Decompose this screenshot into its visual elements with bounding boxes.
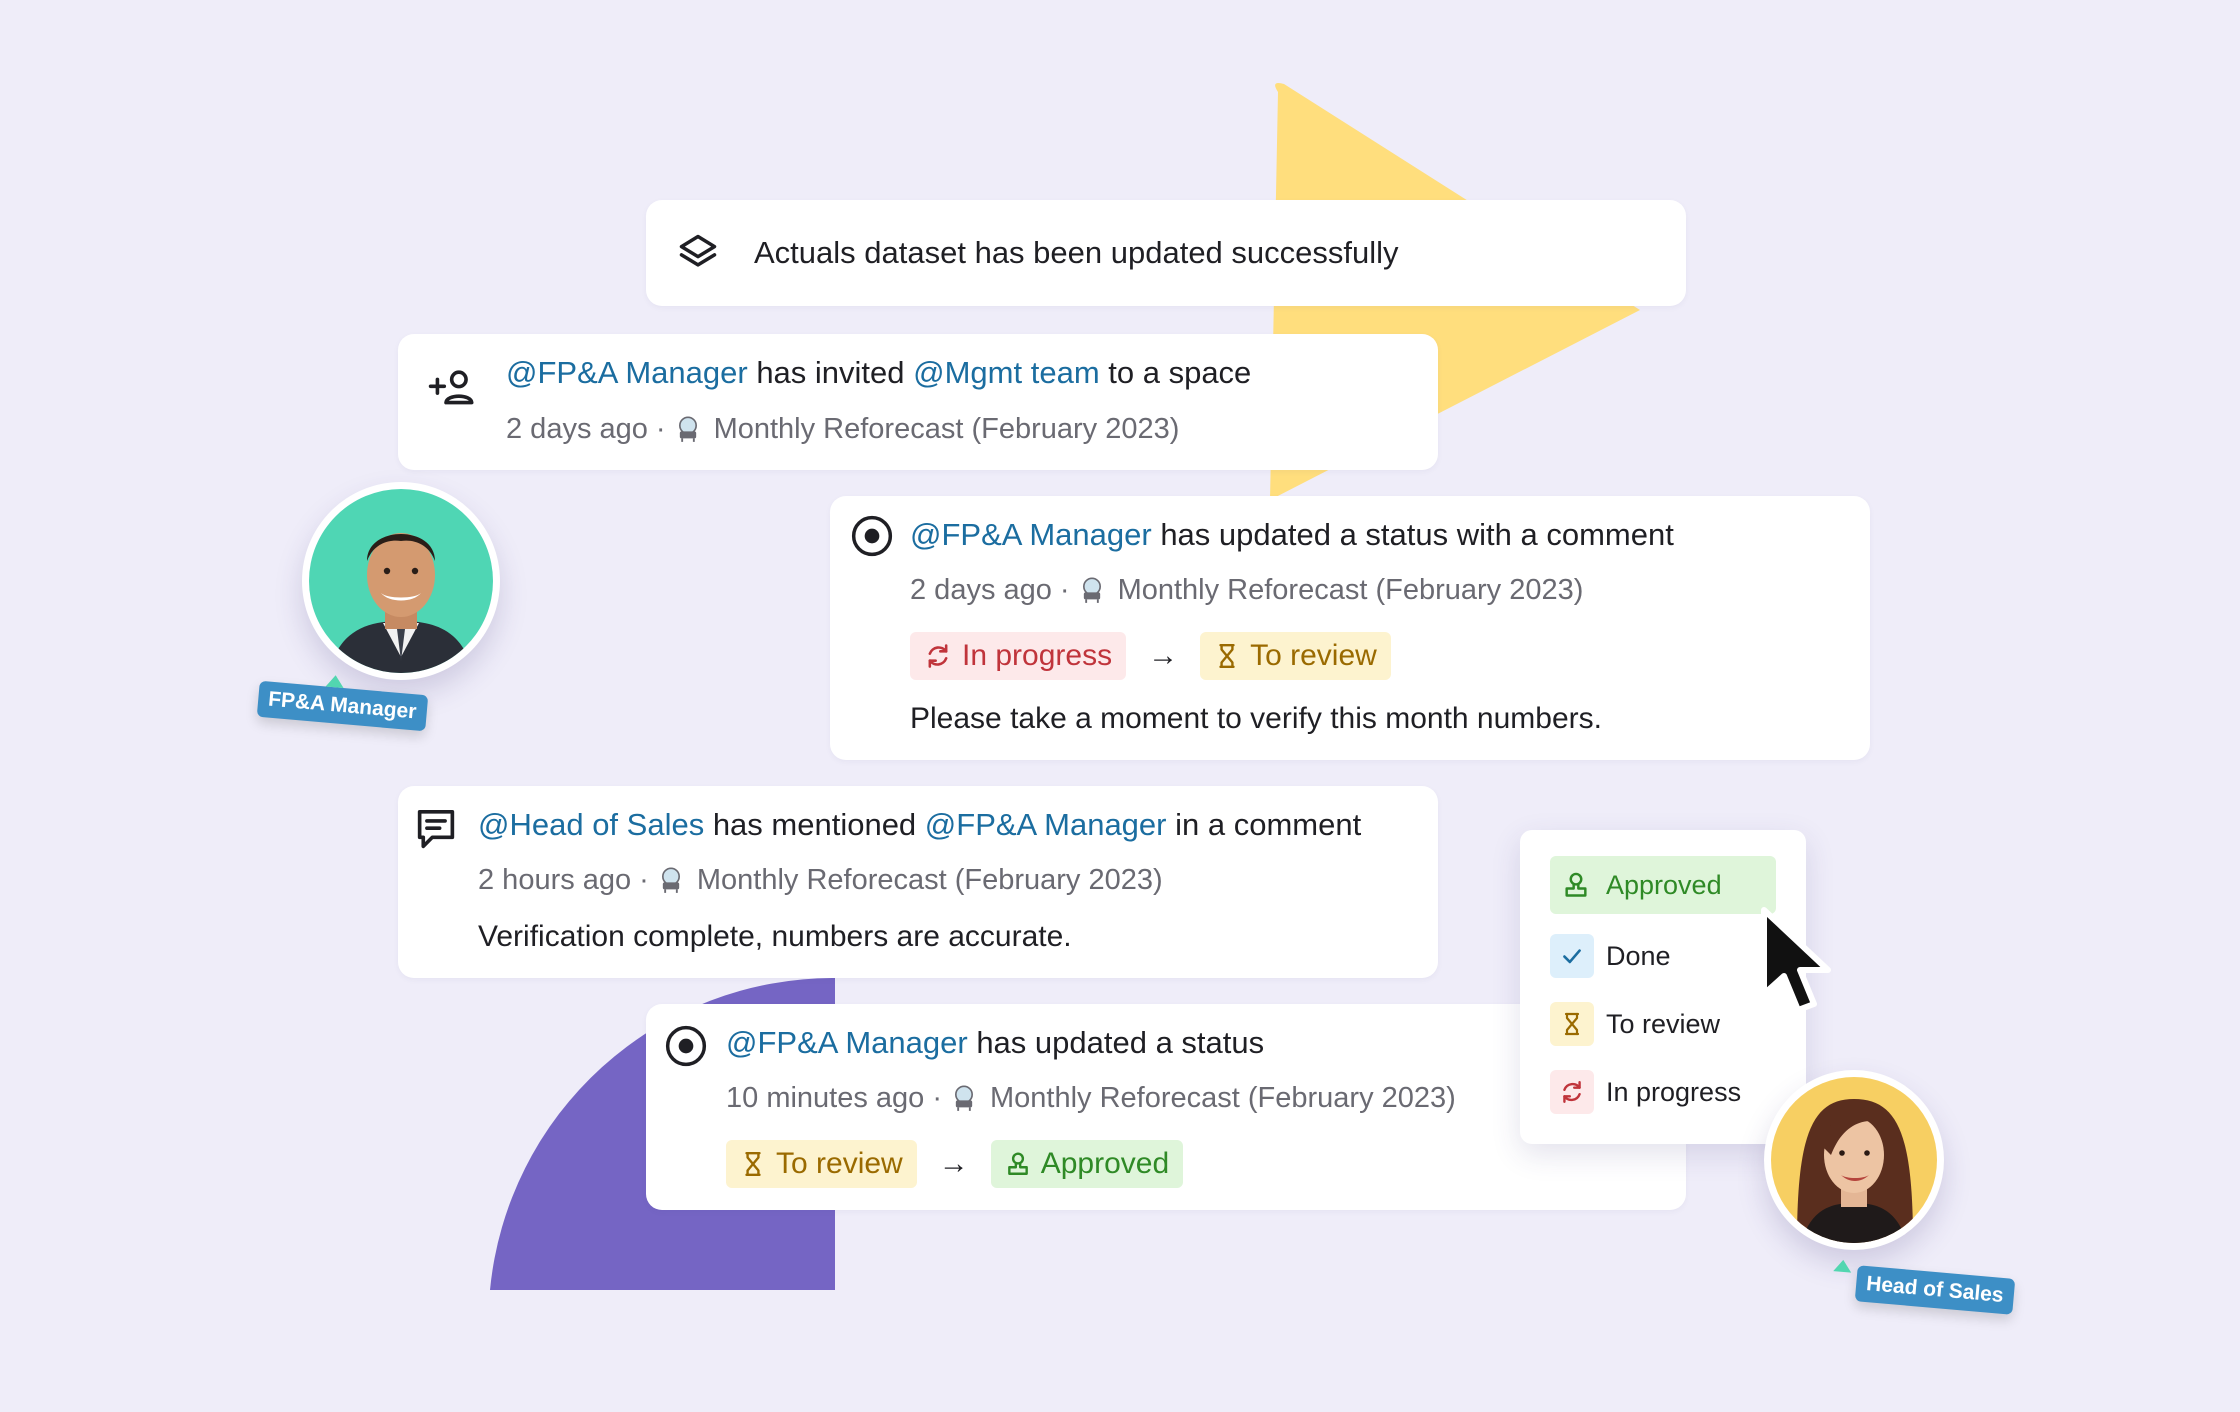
target-mention[interactable]: @Mgmt team bbox=[913, 355, 1100, 390]
space-icon bbox=[661, 867, 680, 893]
hourglass-icon bbox=[1219, 643, 1235, 669]
space-link[interactable]: Monthly Reforecast (February 2023) bbox=[714, 411, 1180, 447]
user-tag-fpa-manager: FP&A Manager bbox=[256, 674, 428, 732]
timestamp: 2 hours ago bbox=[478, 864, 632, 896]
actor-mention[interactable]: @FP&A Manager bbox=[506, 355, 748, 390]
target-mention[interactable]: @FP&A Manager bbox=[925, 807, 1167, 842]
hourglass-icon bbox=[1550, 1002, 1594, 1046]
status-chip-in-progress: In progress bbox=[910, 632, 1127, 680]
space-icon bbox=[678, 416, 697, 442]
status-transition: In progress → To review bbox=[910, 632, 1391, 680]
avatar-head-of-sales bbox=[1764, 1070, 1944, 1250]
status-chip-approved: Approved bbox=[990, 1140, 1184, 1188]
actor-mention[interactable]: @FP&A Manager bbox=[726, 1025, 968, 1060]
space-link[interactable]: Monthly Reforecast (February 2023) bbox=[1118, 572, 1584, 608]
status-option-to-review[interactable]: To review bbox=[1550, 1002, 1720, 1046]
layers-icon bbox=[676, 231, 720, 280]
invite-meta: 2 days ago · Monthly Reforecast (Februar… bbox=[506, 411, 1180, 447]
status-chip-to-review: To review bbox=[1200, 632, 1391, 680]
space-link[interactable]: Monthly Reforecast (February 2023) bbox=[990, 1080, 1456, 1116]
timestamp: 2 days ago bbox=[506, 413, 648, 445]
mention-meta: 2 hours ago · Monthly Reforecast (Februa… bbox=[478, 862, 1163, 898]
arrow-icon: → bbox=[938, 1147, 969, 1180]
check-icon bbox=[1550, 934, 1594, 978]
status-update-title: @FP&A Manager has updated a status bbox=[726, 1025, 1265, 1060]
timestamp: 10 minutes ago bbox=[726, 1082, 925, 1114]
avatar-fpa-manager bbox=[302, 482, 500, 680]
mention-activity-card[interactable]: @Head of Sales has mentioned @FP&A Manag… bbox=[398, 786, 1438, 978]
status-transition: To review → Approved bbox=[726, 1140, 1184, 1188]
actor-mention[interactable]: @Head of Sales bbox=[478, 807, 704, 842]
status-option-done[interactable]: Done bbox=[1550, 934, 1671, 978]
timestamp: 2 days ago bbox=[910, 574, 1052, 606]
mouse-cursor-icon bbox=[1761, 907, 1831, 1013]
hourglass-icon bbox=[745, 1151, 761, 1177]
avatar-portrait bbox=[1771, 1077, 1937, 1243]
arrow-icon: → bbox=[1148, 639, 1179, 672]
space-icon bbox=[955, 1085, 973, 1111]
status-comment-title: @FP&A Manager has updated a status with … bbox=[910, 517, 1674, 552]
stamp-icon bbox=[1554, 863, 1598, 907]
status-update-meta: 10 minutes ago · Monthly Reforecast (Feb… bbox=[726, 1080, 1456, 1116]
refresh-icon bbox=[928, 644, 948, 668]
actor-mention[interactable]: @FP&A Manager bbox=[910, 517, 1152, 552]
notice-text: Actuals dataset has been updated success… bbox=[754, 235, 1399, 270]
invite-activity-card[interactable]: @FP&A Manager has invited @Mgmt team to … bbox=[398, 334, 1438, 470]
dataset-updated-notice: Actuals dataset has been updated success… bbox=[646, 200, 1686, 306]
status-option-approved[interactable]: Approved bbox=[1550, 856, 1776, 914]
stamp-icon bbox=[1007, 1152, 1028, 1175]
space-icon bbox=[1082, 577, 1101, 603]
status-chip-to-review: To review bbox=[726, 1140, 917, 1188]
comment-text: Verification complete, numbers are accur… bbox=[478, 920, 1072, 953]
status-icon bbox=[850, 514, 894, 563]
comment-icon bbox=[416, 808, 456, 857]
avatar-portrait bbox=[309, 489, 493, 673]
comment-text: Please take a moment to verify this mont… bbox=[910, 702, 1602, 735]
status-option-in-progress[interactable]: In progress bbox=[1550, 1070, 1741, 1114]
space-link[interactable]: Monthly Reforecast (February 2023) bbox=[697, 862, 1163, 898]
invite-title: @FP&A Manager has invited @Mgmt team to … bbox=[506, 355, 1252, 390]
mention-title: @Head of Sales has mentioned @FP&A Manag… bbox=[478, 807, 1362, 842]
status-comment-meta: 2 days ago · Monthly Reforecast (Februar… bbox=[910, 572, 1584, 608]
add-user-icon bbox=[428, 366, 476, 415]
status-icon bbox=[664, 1024, 708, 1073]
refresh-icon bbox=[1550, 1070, 1594, 1114]
status-comment-activity-card[interactable]: @FP&A Manager has updated a status with … bbox=[830, 496, 1870, 760]
user-tag-head-of-sales: Head of Sales bbox=[1833, 1259, 2016, 1315]
